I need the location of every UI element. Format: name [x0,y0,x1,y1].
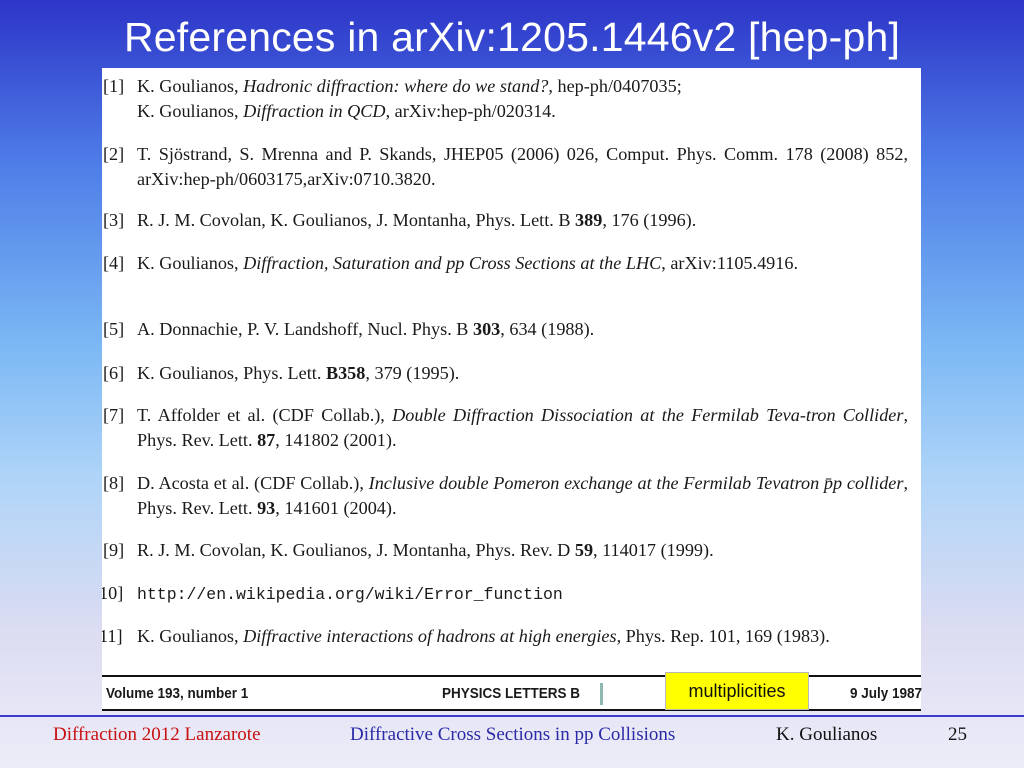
slide-title: References in arXiv:1205.1446v2 [hep-ph] [123,14,901,60]
reference-text: A. Donnachie, P. V. Landshoff, Nucl. Phy… [137,317,908,342]
journal-date: 9 July 1987 [850,685,923,702]
reference-text: T. Sjöstrand, S. Mrenna and P. Skands, J… [137,142,908,191]
journal-name: PHYSICS LETTERS B [442,685,581,702]
reference-text: K. Goulianos, Phys. Lett. B358, 379 (199… [137,361,908,386]
italic-title: Diffractive interactions of hadrons at h… [243,626,617,646]
reference-number: [3] [103,210,125,230]
reference-text: K. Goulianos, Hadronic diffraction: wher… [137,74,908,123]
reference-text: K. Goulianos, Diffraction, Saturation an… [137,251,908,276]
volume-number: 303 [472,319,501,339]
reference-number: [5] [103,319,125,339]
reference-fragment: K. Goulianos, [137,76,244,96]
reference-fragment: K. Goulianos, Phys. Lett. [137,363,326,383]
reference-text: D. Acosta et al. (CDF Collab.), Inclusiv… [137,471,908,520]
reference-fragment: K. Goulianos, [137,626,244,646]
reference-fragment: D. Acosta et al. (CDF Collab.), [137,473,369,493]
reference-number: [1] [103,76,125,96]
italic-title: Hadronic diffraction: where do we stand? [243,76,549,96]
volume-number: 59 [574,540,594,560]
multiplicities-badge: multiplicities [665,672,809,710]
reference-text: T. Affolder et al. (CDF Collab.), Double… [137,403,908,452]
reference-number: [7] [103,405,125,425]
reference-text: R. J. M. Covolan, K. Goulianos, J. Monta… [137,208,908,233]
reference-fragment: , 176 (1996). [602,210,697,230]
footer-conference: Diffraction 2012 Lanzarote [53,724,261,745]
reference-fragment: T. Sjöstrand, S. Mrenna and P. Skands, J… [137,144,908,189]
reference-number: [6] [103,363,125,383]
reference-number: [4] [103,253,125,273]
reference-url[interactable]: http://en.wikipedia.org/wiki/Error_funct… [137,585,563,604]
reference-fragment: , 141601 (2004). [275,497,397,518]
volume-number: 87 [257,429,276,450]
reference-fragment: , hep-ph/0407035; [548,76,682,96]
reference-number: [2] [103,144,125,164]
reference-text: R. J. M. Covolan, K. Goulianos, J. Monta… [137,538,908,563]
reference-fragment: R. J. M. Covolan, K. Goulianos, J. Monta… [137,540,575,560]
journal-divider [600,683,603,705]
italic-title: Diffraction, Saturation and pp Cross Sec… [243,253,662,273]
reference-fragment: , 634 (1988). [500,319,595,339]
reference-fragment: , 379 (1995). [365,363,460,383]
reference-fragment: T. Affolder et al. (CDF Collab.), [137,405,393,425]
volume-number: 389 [575,210,603,230]
references-panel: [1] K. Goulianos, Hadronic diffraction: … [102,68,921,675]
reference-fragment: , arXiv:hep-ph/020314. [385,100,556,121]
reference-fragment: , 141802 (2001). [275,429,397,450]
footer-talk-title: Diffractive Cross Sections in pp Collisi… [350,724,676,745]
reference-fragment: K. Goulianos, [137,253,244,273]
reference-fragment: , Phys. Rep. 101, 169 (1983). [616,626,830,646]
reference-text[interactable]: http://en.wikipedia.org/wiki/Error_funct… [137,581,908,608]
italic-title: Double Diffraction Dissociation at the F… [392,405,904,425]
reference-fragment: , 114017 (1999). [593,540,714,560]
volume-number: 93 [257,497,276,518]
reference-number: [9] [103,540,125,560]
footer-divider [0,715,1024,717]
footer-author: K. Goulianos [776,724,878,745]
reference-number: 11] [102,626,123,646]
reference-text: K. Goulianos, Diffractive interactions o… [137,624,908,649]
page-number: 25 [948,724,967,745]
italic-title: Diffraction in QCD [243,100,386,121]
volume-number: B358 [325,363,366,383]
reference-fragment: K. Goulianos, [137,100,244,121]
reference-fragment: A. Donnachie, P. V. Landshoff, Nucl. Phy… [137,319,473,339]
journal-volume: Volume 193, number 1 [106,685,249,702]
reference-number: 10] [102,583,124,603]
reference-fragment: R. J. M. Covolan, K. Goulianos, J. Monta… [137,210,576,230]
reference-fragment: , arXiv:1105.4916. [661,253,798,273]
italic-title: Inclusive double Pomeron exchange at the… [368,473,904,493]
reference-number: [8] [103,473,125,493]
